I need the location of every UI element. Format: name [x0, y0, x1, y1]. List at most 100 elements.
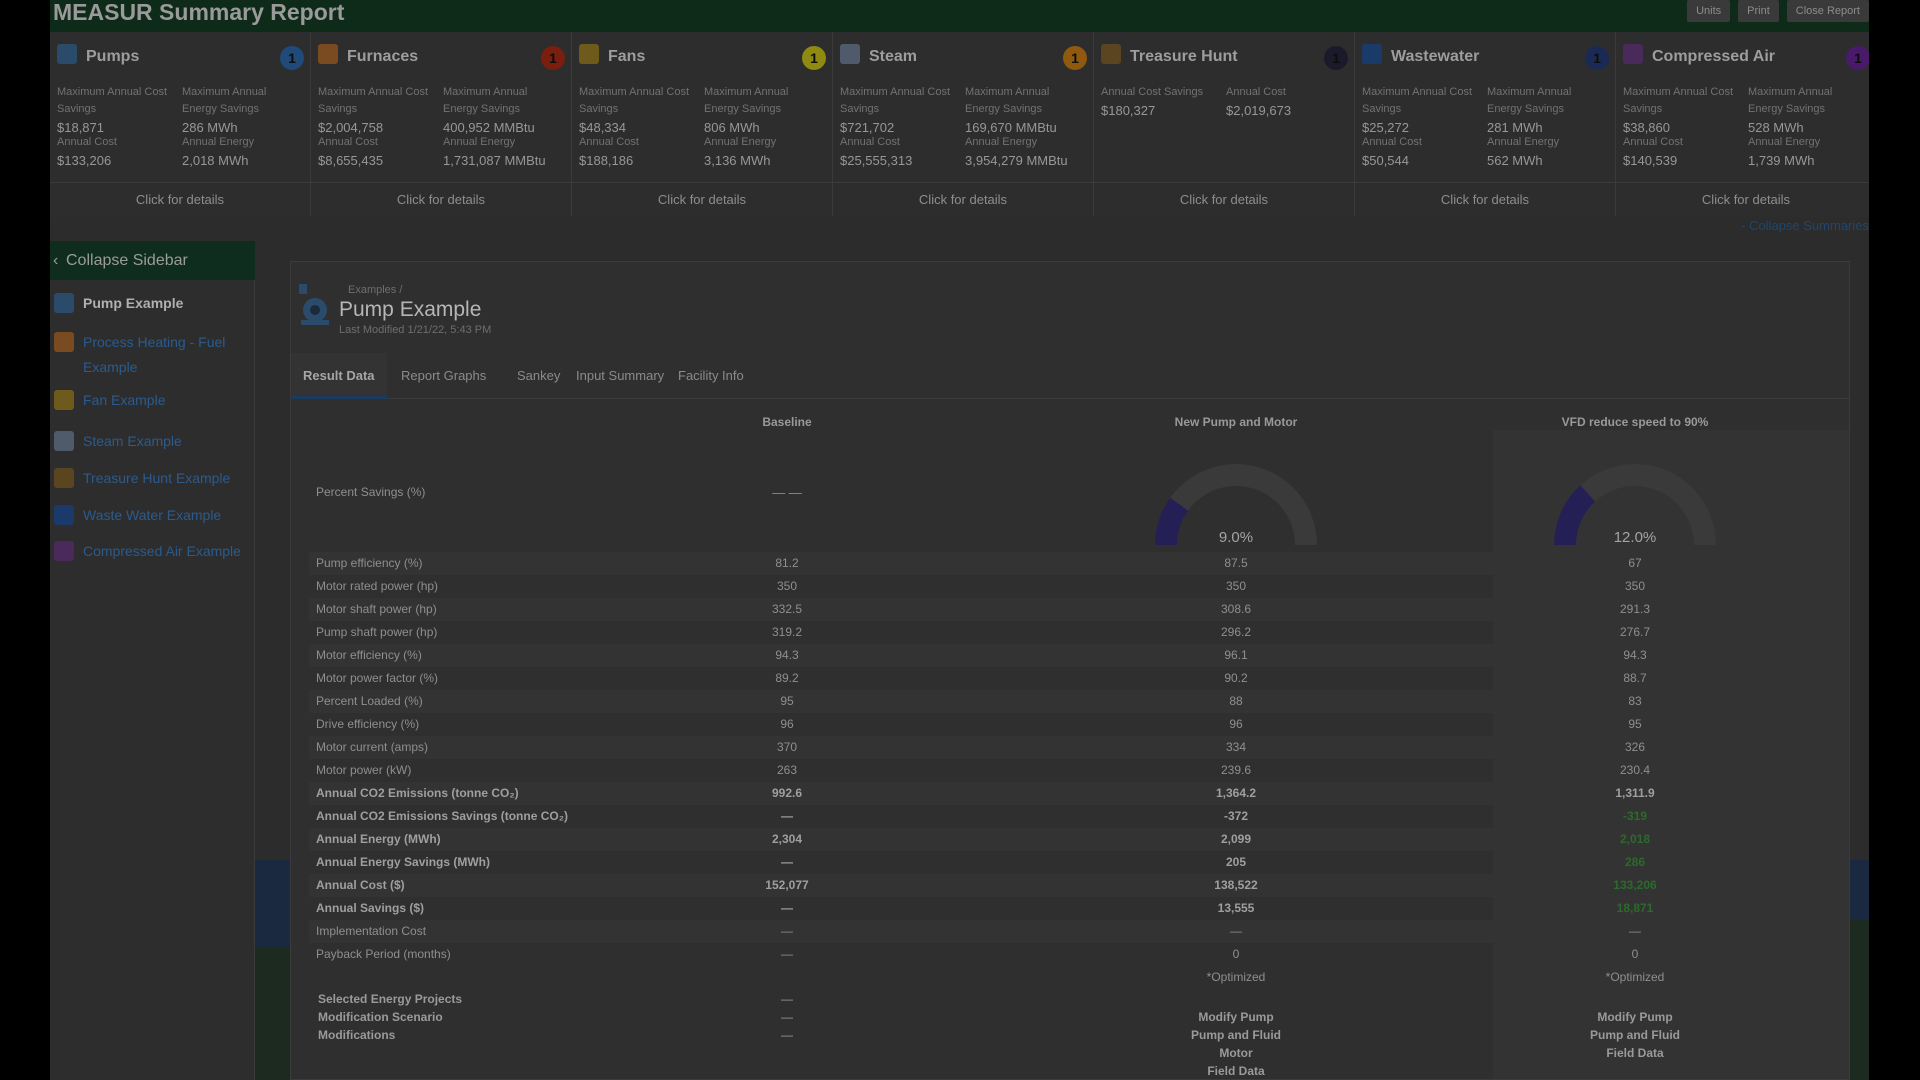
tab-result-data[interactable]: Result Data	[291, 353, 387, 399]
summary-card-compressed-air[interactable]: Compressed Air 1 Maximum Annual Cost Savin…	[1616, 32, 1869, 216]
row-label: Annual Savings ($)	[316, 901, 425, 915]
mod2-value: 1,311.9	[1615, 786, 1655, 800]
mod2-value: 83	[1628, 694, 1642, 708]
row-label: Annual CO2 Emissions (tonne CO₂)	[316, 786, 519, 800]
optimized-note-row: *Optimized *Optimized	[309, 966, 1831, 989]
table-row: Percent Loaded (%) 95 88 83	[309, 690, 1831, 713]
sidebar-item-label: Treasure Hunt Example	[83, 470, 231, 486]
card-metric: Maximum Annual Cost Savings $48,334	[579, 84, 699, 137]
table-row: Annual CO2 Emissions (tonne CO₂) 992.6 1,3…	[309, 782, 1831, 805]
tab-bar: Result Data Report Graphs Sankey Input Summ…	[291, 353, 1849, 399]
baseline-value: 95	[780, 694, 794, 708]
savings-gauge-mod1: 9.0%	[1151, 457, 1321, 547]
row-label: Motor current (amps)	[316, 740, 429, 754]
collapse-summaries-link[interactable]: - Collapse Summaries	[1741, 218, 1869, 233]
mod1-value: —	[1230, 924, 1242, 938]
card-metric: Annual Energy 3,136 MWh	[704, 134, 824, 170]
card-metric: Annual Cost $25,555,313	[840, 134, 960, 170]
compressed-air-icon	[54, 541, 74, 561]
row-label: Annual CO2 Emissions Savings (tonne CO₂)	[316, 809, 569, 823]
savings-gauge-mod2: 12.0%	[1550, 457, 1720, 547]
baseline-value: 332.5	[771, 602, 803, 616]
metric-label: Maximum Annual Cost Savings	[1623, 86, 1734, 115]
table-row: Annual CO2 Emissions Savings (tonne CO₂)…	[309, 805, 1831, 828]
summary-card-pumps[interactable]: Pumps 1 Maximum Annual Cost Savings $18,871…	[50, 32, 311, 216]
optimized-note: *Optimized	[1605, 970, 1665, 984]
click-for-details-link[interactable]: Click for details	[1616, 182, 1869, 216]
modification-item: Pump and Fluid	[1590, 1028, 1680, 1042]
summary-cards: Pumps 1 Maximum Annual Cost Savings $18,871…	[50, 32, 1869, 217]
close-report-button[interactable]: Close Report	[1786, 0, 1869, 22]
click-for-details-link[interactable]: Click for details	[572, 182, 832, 216]
gauge-value: 9.0%	[1218, 529, 1254, 546]
summary-card-treasure-hunt[interactable]: Treasure Hunt 1 Annual Cost Savings $180,32…	[1094, 32, 1355, 216]
percent-savings-label: Percent Savings (%)	[316, 485, 426, 499]
notification-badge: 1	[280, 46, 304, 70]
mod1-value: -372	[1223, 809, 1249, 823]
tab-input-summary[interactable]: Input Summary	[564, 353, 676, 399]
card-title: Furnaces	[347, 48, 419, 65]
card-metric: Annual Cost Savings $180,327	[1101, 84, 1221, 120]
card-metric: Maximum Annual Cost Savings $18,871	[57, 84, 177, 137]
summary-card-wastewater[interactable]: Wastewater 1 Maximum Annual Cost Savings $2…	[1355, 32, 1616, 216]
collapse-sidebar-button[interactable]: ‹ Collapse Sidebar	[50, 241, 255, 280]
tab-sankey[interactable]: Sankey	[505, 353, 572, 399]
metric-value: 1,731,087 MMBtu	[443, 153, 546, 168]
row-label: Motor power (kW)	[316, 763, 412, 777]
row-label: Drive efficiency (%)	[316, 717, 420, 731]
summary-card-steam[interactable]: Steam 1 Maximum Annual Cost Savings $721,70…	[833, 32, 1094, 216]
tab-report-graphs[interactable]: Report Graphs	[389, 353, 498, 399]
row-label: Motor rated power (hp)	[316, 579, 439, 593]
metric-label: Maximum Annual Energy Savings	[1487, 86, 1572, 115]
print-button[interactable]: Print	[1738, 0, 1779, 22]
summary-card-furnaces[interactable]: Furnaces 1 Maximum Annual Cost Savings $2,0…	[311, 32, 572, 216]
modification-item: Modify Pump	[1597, 1010, 1673, 1024]
modification-item: Field Data	[1207, 1064, 1265, 1078]
metric-label: Maximum Annual Cost Savings	[318, 86, 429, 115]
card-metric: Annual Energy 562 MWh	[1487, 134, 1607, 170]
baseline-value: 992.6	[771, 786, 803, 800]
furnace-icon	[54, 332, 74, 352]
click-for-details-link[interactable]: Click for details	[833, 182, 1093, 216]
card-metric: Maximum Annual Cost Savings $25,272	[1362, 84, 1482, 137]
baseline-value: 319.2	[771, 625, 803, 639]
notification-badge: 1	[541, 46, 565, 70]
treasure-chest-icon	[1101, 44, 1121, 64]
card-title: Steam	[869, 48, 918, 65]
notification-badge: 1	[1324, 46, 1348, 70]
modification-item: Motor	[1219, 1046, 1253, 1060]
table-row: Drive efficiency (%) 96 96 95	[309, 713, 1831, 736]
row-label: Percent Loaded (%)	[316, 694, 423, 708]
app-root: MEASUR Summary Report Units Print Close Re…	[50, 0, 1869, 1080]
table-row: Motor rated power (hp) 350 350 350	[309, 575, 1831, 598]
tab-facility-info[interactable]: Facility Info	[666, 353, 756, 399]
mod2-value: 350	[1624, 579, 1646, 593]
metric-label: Annual Cost	[318, 136, 378, 148]
metric-label: Annual Cost	[57, 136, 117, 148]
footer-baseline-value: —	[781, 1010, 793, 1024]
card-metric: Annual Cost $8,655,435	[318, 134, 438, 170]
card-header: Furnaces 1	[311, 36, 571, 70]
summary-card-fans[interactable]: Fans 1 Maximum Annual Cost Savings $48,334 M…	[572, 32, 833, 216]
breadcrumb[interactable]: Examples /	[348, 284, 402, 296]
metric-label: Annual Cost	[1623, 136, 1683, 148]
background-decoration-left	[255, 860, 293, 948]
mod2-value: 230.4	[1619, 763, 1651, 777]
units-button[interactable]: Units	[1687, 0, 1731, 22]
metric-label: Maximum Annual Cost Savings	[57, 86, 168, 115]
click-for-details-link[interactable]: Click for details	[1094, 182, 1354, 216]
baseline-value: —	[781, 855, 793, 869]
baseline-value: 370	[776, 740, 798, 754]
click-for-details-link[interactable]: Click for details	[1355, 182, 1615, 216]
click-for-details-link[interactable]: Click for details	[50, 182, 310, 216]
row-label: Annual Energy (MWh)	[316, 832, 441, 846]
table-row: Implementation Cost — — —	[309, 920, 1831, 943]
page-title: Pump Example	[339, 298, 482, 321]
mod2-value: 291.3	[1619, 602, 1651, 616]
click-for-details-link[interactable]: Click for details	[311, 182, 571, 216]
table-row: Motor power factor (%) 89.2 90.2 88.7	[309, 667, 1831, 690]
metric-value: 2,018 MWh	[182, 153, 249, 168]
mod1-value: 87.5	[1224, 556, 1248, 570]
background-decoration-right	[1849, 860, 1869, 920]
mod1-value: 334	[1225, 740, 1247, 754]
